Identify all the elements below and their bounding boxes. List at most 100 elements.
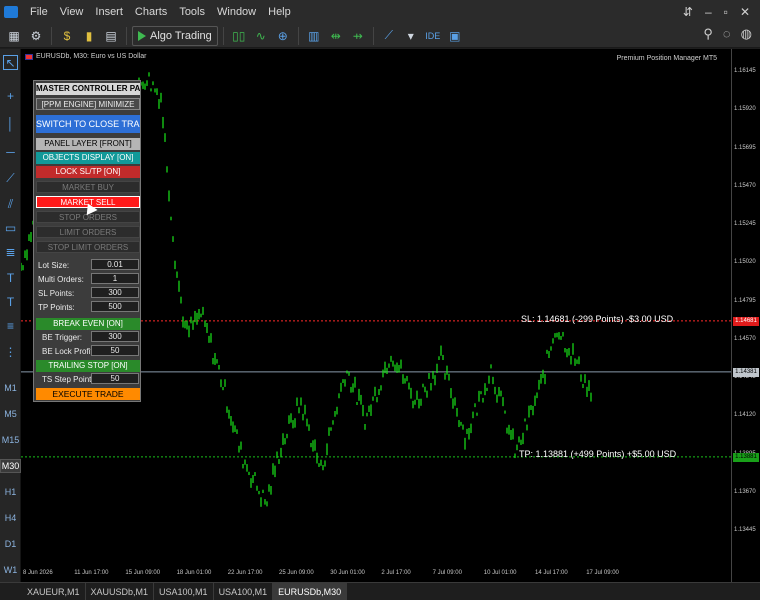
fibonacci-tool-icon[interactable]: ≣ bbox=[3, 245, 18, 260]
timeframe-h4[interactable]: H4 bbox=[0, 513, 21, 523]
sl-points-input[interactable]: 300 bbox=[91, 287, 139, 298]
trend-line-tool-icon[interactable]: ⟋ bbox=[3, 171, 18, 186]
channel-tool-icon[interactable]: ⫽ bbox=[3, 197, 18, 212]
screenshot-icon[interactable]: ▣ bbox=[445, 26, 465, 46]
cursor-tool-icon[interactable]: ↖ bbox=[3, 55, 18, 70]
trailing-stop-button[interactable]: TRAILING STOP [ON] bbox=[36, 360, 140, 372]
toolbar-divider bbox=[51, 26, 52, 45]
expert-advisor-name: Premium Position Manager MT5 bbox=[616, 55, 717, 62]
time-tick-label: 11 Jun 17:00 bbox=[74, 570, 109, 576]
algo-trading-button[interactable]: Algo Trading bbox=[132, 25, 218, 46]
symbol-tab[interactable]: USA100,M1 bbox=[154, 583, 214, 600]
objects-display-button[interactable]: OBJECTS DISPLAY [ON] bbox=[36, 152, 140, 164]
break-even-button[interactable]: BREAK EVEN [ON] bbox=[36, 318, 140, 330]
search-icon[interactable]: ⚲ bbox=[703, 26, 713, 42]
strategy-tester-icon[interactable]: ▮ bbox=[79, 26, 99, 46]
time-tick-label: 15 Jun 09:00 bbox=[125, 570, 161, 576]
label-tool-icon[interactable]: T bbox=[3, 295, 18, 310]
tp-price-tag: 1.13881 bbox=[733, 452, 759, 462]
timeframe-m5[interactable]: M5 bbox=[0, 409, 21, 419]
panel-layer-button[interactable]: PANEL LAYER [FRONT] bbox=[36, 138, 140, 150]
price-tick-label: 1.15470 bbox=[734, 182, 756, 189]
left-tools-bar: ↖ + │ ─ ⟋ ⫽ ▭ ≣ T T ≡ ⋮ M1 M5 M15 M30 H1… bbox=[0, 49, 21, 582]
period-separator-icon[interactable]: ⇸ bbox=[348, 26, 368, 46]
tp-points-input[interactable]: 500 bbox=[91, 301, 139, 312]
arrows-tool-icon[interactable]: ≡ bbox=[3, 319, 18, 334]
symbol-tabs: XAUEUR,M1 XAUUSDb,M1 USA100,M1 USA100,M1… bbox=[0, 582, 760, 600]
text-tool-icon[interactable]: T bbox=[3, 271, 18, 286]
price-tick-label: 1.15920 bbox=[734, 106, 756, 113]
chart-title-text: EURUSDb, M30: Euro vs US Dollar bbox=[36, 53, 147, 60]
be-trigger-input[interactable]: 300 bbox=[91, 331, 139, 342]
time-axis: 8 Jun 2026 11 Jun 17:00 15 Jun 09:00 18 Jun… bbox=[21, 566, 731, 582]
market-watch-icon[interactable]: $ bbox=[57, 26, 77, 46]
maximize-icon[interactable]: ▫ bbox=[724, 5, 728, 19]
menu-window[interactable]: Window bbox=[211, 6, 262, 18]
market-buy-button[interactable]: MARKET BUY bbox=[36, 181, 140, 193]
lock-sltp-button[interactable]: LOCK SL/TP [ON] bbox=[36, 166, 140, 178]
timeframe-h1[interactable]: H1 bbox=[0, 487, 21, 497]
multi-orders-input[interactable]: 1 bbox=[91, 273, 139, 284]
sl-price-tag: 1.14681 bbox=[733, 316, 759, 326]
chat-icon[interactable]: ◌ bbox=[723, 26, 731, 42]
timeframe-m1[interactable]: M1 bbox=[0, 383, 21, 393]
time-tick-label: 30 Jun 01:00 bbox=[330, 570, 365, 576]
profiles-icon[interactable]: ⚙ bbox=[26, 26, 46, 46]
line-chart-icon[interactable]: ∿ bbox=[251, 26, 271, 46]
lot-size-input[interactable]: 0.01 bbox=[91, 259, 139, 270]
ts-step-label: TS Step Points: bbox=[42, 375, 98, 384]
restore-icon[interactable]: ⇵ bbox=[683, 5, 693, 19]
tile-windows-icon[interactable]: ▥ bbox=[304, 26, 324, 46]
price-tick-label: 1.14120 bbox=[734, 412, 756, 419]
price-tick-label: 1.15695 bbox=[734, 144, 756, 151]
toolbar-divider bbox=[297, 26, 299, 45]
sl-points-label: SL Points: bbox=[38, 289, 75, 298]
menu-help[interactable]: Help bbox=[262, 6, 297, 18]
toolbar-divider bbox=[126, 26, 127, 45]
crosshair-icon[interactable]: ⇹ bbox=[326, 26, 346, 46]
zoom-icon[interactable]: ⊕ bbox=[273, 26, 293, 46]
timeframe-d1[interactable]: D1 bbox=[0, 539, 21, 549]
menu-file[interactable]: File bbox=[24, 6, 54, 18]
limit-orders-button[interactable]: LIMIT ORDERS bbox=[36, 226, 140, 238]
price-tick-label: 1.15245 bbox=[734, 221, 756, 227]
close-icon[interactable]: ✕ bbox=[740, 5, 750, 19]
minimize-icon[interactable]: – bbox=[705, 5, 712, 19]
timeframe-m30[interactable]: M30 bbox=[0, 459, 21, 473]
candles-icon[interactable]: ▯▯ bbox=[229, 26, 249, 46]
symbol-tab[interactable]: USA100,M1 bbox=[214, 583, 274, 600]
shapes-tool-icon[interactable]: ▭ bbox=[3, 221, 18, 236]
chevron-down-icon[interactable]: ▾ bbox=[401, 26, 421, 46]
menu-view[interactable]: View bbox=[54, 6, 90, 18]
menu-tools[interactable]: Tools bbox=[173, 6, 211, 18]
timeframe-w1[interactable]: W1 bbox=[0, 565, 21, 575]
execute-trade-button[interactable]: EXECUTE TRADE bbox=[36, 388, 140, 400]
minimize-button[interactable]: [PPM ENGINE] MINIMIZE bbox=[36, 98, 140, 110]
price-tick-label: 1.15020 bbox=[734, 259, 756, 266]
switch-to-close-trades-button[interactable]: SWITCH TO CLOSE TRADES bbox=[36, 115, 140, 133]
menu-insert[interactable]: Insert bbox=[89, 6, 129, 18]
vertical-line-tool-icon[interactable]: │ bbox=[3, 117, 18, 132]
crosshair-tool-icon[interactable]: + bbox=[3, 89, 18, 104]
symbol-tab[interactable]: XAUUSDb,M1 bbox=[86, 583, 155, 600]
elliott-tool-icon[interactable]: ⋮ bbox=[3, 345, 18, 360]
symbol-tab[interactable]: XAUEUR,M1 bbox=[22, 583, 86, 600]
be-trigger-label: BE Trigger: bbox=[42, 333, 83, 342]
price-tick-label: 1.16145 bbox=[734, 68, 756, 74]
be-lock-profit-input[interactable]: 50 bbox=[91, 345, 139, 356]
new-chart-icon[interactable]: ▦ bbox=[4, 26, 24, 46]
price-scale[interactable]: 1.16145 1.15920 1.15695 1.15470 1.15245 1.150… bbox=[731, 49, 760, 582]
indicators-icon[interactable]: ⟋ bbox=[379, 26, 399, 46]
lot-size-label: Lot Size: bbox=[38, 261, 70, 270]
time-tick-label: 2 Jul 17:00 bbox=[381, 570, 411, 576]
timeframe-m15[interactable]: M15 bbox=[0, 435, 21, 445]
menu-charts[interactable]: Charts bbox=[129, 6, 173, 18]
toolbar-right: ⚲ ◌ ◍ bbox=[703, 26, 752, 42]
navigator-icon[interactable]: ▤ bbox=[101, 26, 121, 46]
account-icon[interactable]: ◍ bbox=[741, 26, 752, 42]
stop-limit-orders-button[interactable]: STOP LIMIT ORDERS bbox=[36, 241, 140, 253]
symbol-tab-active[interactable]: EURUSDb,M30 bbox=[273, 583, 348, 600]
horizontal-line-tool-icon[interactable]: ─ bbox=[3, 145, 18, 160]
ts-step-input[interactable]: 50 bbox=[91, 373, 139, 384]
ide-button[interactable]: IDE bbox=[423, 26, 443, 46]
